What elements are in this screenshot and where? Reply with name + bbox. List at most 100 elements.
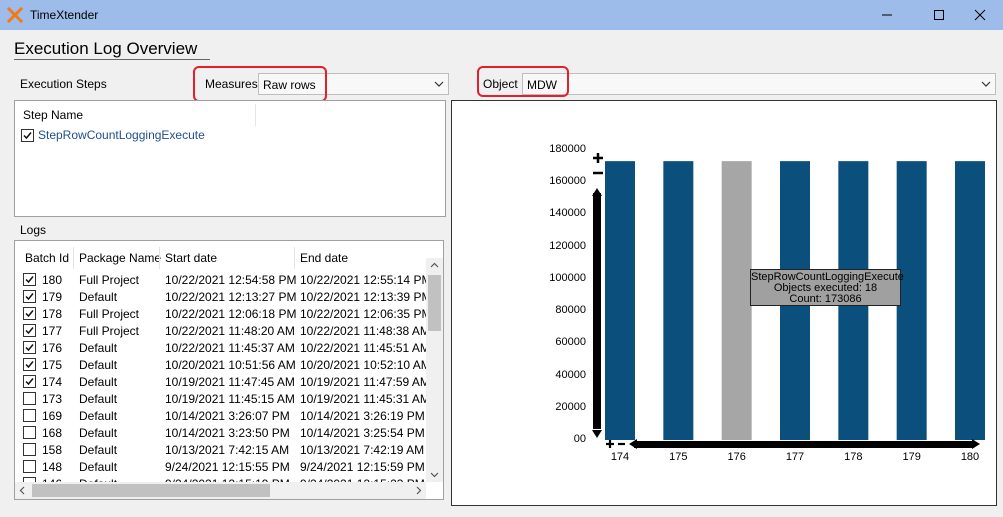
table-row[interactable]: 179 Default 10/22/2021 12:13:27 PM 10/22/20… [15,288,431,305]
table-row[interactable]: 173 Default 10/19/2021 11:45:15 AM 10/19/20… [15,390,430,407]
batch-id-cell: 177 [42,324,63,338]
start-date-cell: 10/22/2021 12:54:58 PM [165,273,297,287]
checkmark-icon [25,293,34,301]
row-checkbox[interactable] [23,460,36,473]
object-dropdown[interactable]: MDW [522,73,996,95]
row-checkbox[interactable] [23,358,36,371]
logs-horizontal-scrollbar[interactable] [15,482,426,499]
batch-id-cell: 168 [42,426,63,440]
batch-id-cell: 158 [42,443,63,457]
checkmark-icon [25,378,34,386]
title-underline [14,59,210,60]
chevron-down-icon [981,81,991,87]
checkmark-icon [25,344,34,352]
end-date-cell: 9/24/2021 12:15:59 PM [300,460,425,474]
batch-id-cell: 175 [42,358,63,372]
package-name-cell: Full Project [79,324,140,338]
column-header[interactable]: Start date [165,251,217,265]
table-row[interactable]: 180 Full Project 10/22/2021 12:54:58 PM 10/… [15,271,431,288]
close-button[interactable] [957,0,1003,30]
chevron-up-icon [430,262,439,268]
end-date-cell: 10/22/2021 12:06:35 PM [300,307,432,321]
end-date-cell: 10/19/2021 11:47:59 AM [300,375,430,389]
chevron-down-icon [434,81,444,87]
scrollbar-thumb[interactable] [428,275,441,331]
row-checkbox[interactable] [23,426,36,439]
maximize-icon [934,10,944,20]
checkmark-icon [25,310,34,318]
row-checkbox[interactable] [23,375,36,388]
batch-id-cell: 179 [42,290,63,304]
table-row[interactable]: 176 Default 10/22/2021 11:45:37 AM 10/22/20… [15,339,430,356]
table-row[interactable]: 168 Default 10/14/2021 3:23:50 PM 10/14/202… [15,424,427,441]
checkmark-icon [25,276,34,284]
row-checkbox[interactable] [23,409,36,422]
row-checkbox[interactable] [23,324,36,337]
package-name-cell: Default [79,290,118,304]
row-checkbox[interactable] [23,392,36,405]
batch-id-cell: 173 [42,392,63,406]
chart-panel [451,100,997,506]
package-name-cell: Default [79,358,118,372]
tooltip-count: Count: 173086 [789,293,862,305]
column-header[interactable]: End date [300,251,348,265]
step-name-header[interactable]: Step Name [23,108,83,122]
start-date-cell: 10/22/2021 12:13:27 PM [165,290,297,304]
timextender-logo-icon [7,7,23,23]
checkmark-icon [23,132,32,140]
scrollbar-thumb[interactable] [32,484,270,497]
close-icon [974,9,986,21]
table-row[interactable]: 178 Full Project 10/22/2021 12:06:18 PM 10/… [15,305,431,322]
end-date-cell: 10/22/2021 11:48:38 AM [300,324,430,338]
row-checkbox[interactable] [23,443,36,456]
column-separator [159,247,160,269]
column-header[interactable]: Batch Id [25,251,69,265]
checkmark-icon [25,327,34,335]
chevron-left-icon [19,486,25,495]
end-date-cell: 10/13/2021 7:42:19 AM [300,443,425,457]
table-row[interactable]: 169 Default 10/14/2021 3:26:07 PM 10/14/202… [15,407,427,424]
chart-tooltip: StepRowCountLoggingExecute Objects execu… [750,269,904,306]
minimize-button[interactable] [864,0,910,30]
object-highlight [477,66,569,97]
column-separator [294,247,295,269]
table-row[interactable]: 174 Default 10/19/2021 11:47:45 AM 10/19/20… [15,373,430,390]
step-checkbox[interactable] [21,129,34,142]
step-item-label[interactable]: StepRowCountLoggingExecute [38,128,205,142]
row-checkbox[interactable] [23,273,36,286]
row-checkbox[interactable] [23,307,36,320]
logs-label: Logs [20,223,47,237]
package-name-cell: Default [79,409,118,423]
logs-vertical-scrollbar[interactable] [426,258,443,482]
package-name-cell: Default [79,443,118,457]
measures-highlight [193,66,327,102]
package-name-cell: Default [79,341,118,355]
start-date-cell: 10/13/2021 7:42:15 AM [165,443,290,457]
chevron-right-icon [416,486,422,495]
end-date-cell: 10/14/2021 3:25:54 PM [300,426,425,440]
column-header[interactable]: Package Name [79,251,161,265]
maximize-button[interactable] [916,0,962,30]
steps-list: Step Name [14,100,446,217]
chevron-down-icon [430,472,439,478]
package-name-cell: Default [79,460,118,474]
package-name-cell: Default [79,426,118,440]
checkmark-icon [25,361,34,369]
row-checkbox[interactable] [23,290,36,303]
start-date-cell: 10/22/2021 12:06:18 PM [165,307,297,321]
batch-id-cell: 148 [42,460,63,474]
batch-id-cell: 180 [42,273,63,287]
column-separator [255,104,256,126]
table-row[interactable]: 158 Default 10/13/2021 7:42:15 AM 10/13/202… [15,441,427,458]
row-checkbox[interactable] [23,341,36,354]
table-row[interactable]: 175 Default 10/20/2021 10:51:56 AM 10/20/20… [15,356,431,373]
table-row[interactable]: 177 Full Project 10/22/2021 11:48:20 AM 10/… [15,322,430,339]
batch-id-cell: 169 [42,409,63,423]
end-date-cell: 10/14/2021 3:26:19 PM [300,409,425,423]
start-date-cell: 9/24/2021 12:15:55 PM [165,460,290,474]
table-row[interactable]: 148 Default 9/24/2021 12:15:55 PM 9/24/2021… [15,458,427,475]
start-date-cell: 10/19/2021 11:45:15 AM [165,392,295,406]
package-name-cell: Full Project [79,307,140,321]
window-title: TimeXtender [30,8,99,22]
package-name-cell: Default [79,392,118,406]
